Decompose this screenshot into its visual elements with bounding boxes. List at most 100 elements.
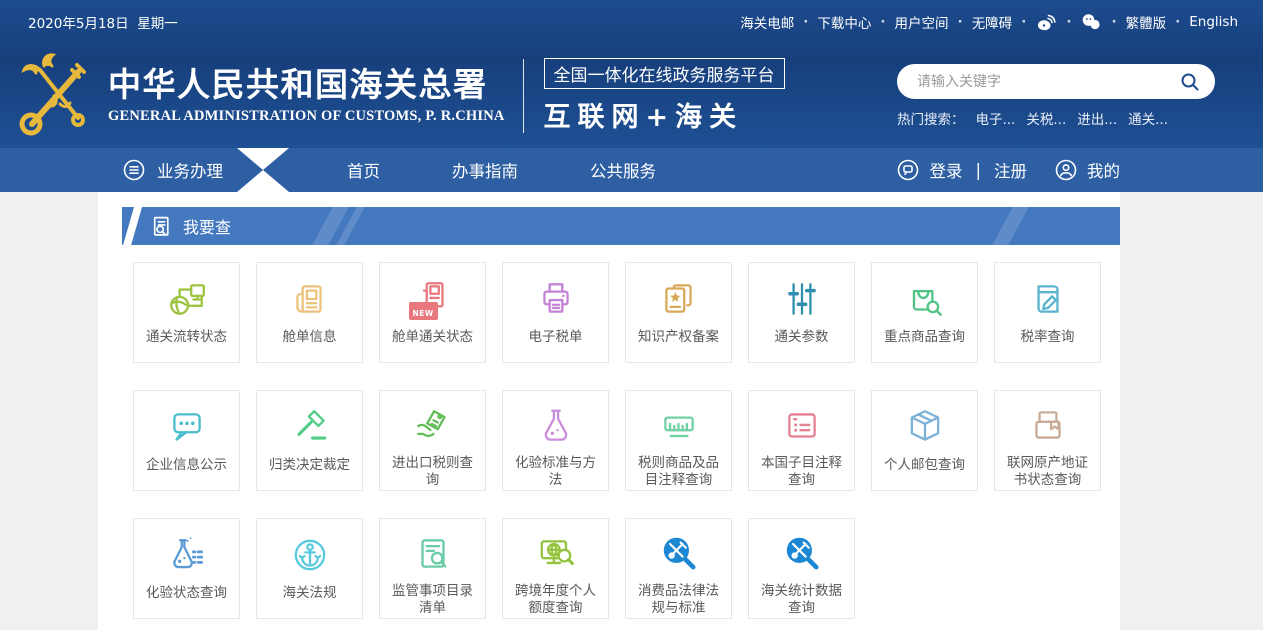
flask-list-icon (166, 532, 208, 578)
separator-dot: · (1021, 14, 1026, 30)
site-title: 中华人民共和国海关总署 (108, 67, 505, 103)
service-label: 重点商品查询 (884, 329, 965, 347)
user-icon (1054, 158, 1078, 182)
service-label: 归类决定裁定 (269, 457, 350, 475)
service-card-domestic-subheading-notes-query[interactable]: 本国子目注释查询 (748, 390, 855, 491)
login-link[interactable]: 登录 (929, 158, 962, 182)
service-label: 海关统计数据查询 (755, 583, 848, 618)
service-label: 联网原产地证书状态查询 (1001, 455, 1094, 490)
service-label: 消费品法律法规与标准 (632, 583, 725, 618)
service-card-tariff-commodity-notes-query[interactable]: 税则商品及品目注释查询 (625, 390, 732, 491)
nav-fold-decoration (237, 148, 289, 192)
service-card-cross-border-annual-quota-query[interactable]: 跨境年度个人额度查询 (502, 518, 609, 619)
service-card-key-commodity-query[interactable]: 重点商品查询 (871, 262, 978, 363)
separator-dot: · (1175, 14, 1180, 30)
bottom-strip (0, 630, 1263, 642)
hot-search-item[interactable]: 进出... (1077, 108, 1117, 128)
topbar: 2020年5月18日 星期一 海关电邮 · 下载中心 · 用户空间 · 无障碍 … (0, 0, 1263, 44)
hamburger-icon (122, 158, 146, 182)
new-badge: NEW (409, 302, 438, 320)
hot-search-item[interactable]: 关税... (1026, 108, 1066, 128)
service-label: 电子税单 (529, 329, 583, 347)
service-label: 进出口税则查询 (386, 455, 479, 490)
service-label: 舱单通关状态 (392, 329, 473, 347)
wechat-icon[interactable] (1080, 11, 1102, 33)
search-input[interactable] (915, 73, 1173, 91)
service-card-manifest-clearance-status[interactable]: NEW 舱单通关状态 (379, 262, 486, 363)
search-box (897, 64, 1215, 99)
site-subtitle: GENERAL ADMINISTRATION OF CUSTOMS, P. R.… (108, 108, 505, 125)
hot-search-item[interactable]: 通关... (1128, 108, 1168, 128)
service-label: 税率查询 (1021, 329, 1075, 347)
date-text: 2020年5月18日 星期一 (28, 12, 178, 32)
chat-dots-icon (166, 404, 208, 450)
service-card-supervision-catalog-list[interactable]: 监管事项目录清单 (379, 518, 486, 619)
nav-item-public-service[interactable]: 公共服务 (590, 158, 656, 182)
sliders-icon (781, 276, 823, 322)
document-new-icon: NEW (412, 276, 454, 322)
platform-name: 互联网+海关 (544, 95, 785, 134)
topbar-link-userspace[interactable]: 用户空间 (895, 12, 949, 32)
service-label: 化验标准与方法 (509, 455, 602, 490)
site-header: 中华人民共和国海关总署 GENERAL ADMINISTRATION OF CU… (0, 44, 1263, 148)
emblem-search-icon (658, 532, 700, 576)
hot-search-item[interactable]: 电子... (976, 108, 1016, 128)
nav-item-guide[interactable]: 办事指南 (452, 158, 518, 182)
service-card-personal-parcel-query[interactable]: 个人邮包查询 (871, 390, 978, 491)
certificate-star-icon (658, 276, 700, 322)
service-card-enterprise-info-publicity[interactable]: 企业信息公示 (133, 390, 240, 491)
service-card-lab-standards-methods[interactable]: 化验标准与方法 (502, 390, 609, 491)
printer-icon (535, 276, 577, 322)
separator-dot: · (1066, 14, 1071, 30)
masthead: 2020年5月18日 星期一 海关电邮 · 下载中心 · 用户空间 · 无障碍 … (0, 0, 1263, 148)
service-label: 海关法规 (283, 585, 337, 603)
gavel-icon (289, 404, 331, 450)
service-label: 通关参数 (775, 329, 829, 347)
service-label: 知识产权备案 (638, 329, 719, 347)
hand-tag-icon (412, 404, 454, 448)
topbar-link-accessibility[interactable]: 无障碍 (972, 12, 1013, 32)
certificate-box-icon (1027, 404, 1069, 448)
navbar: 业务办理 首页 办事指南 公共服务 登录 | 注册 我的 (0, 148, 1263, 192)
section-bar: 我要查 (122, 207, 1120, 245)
search-button[interactable] (1173, 69, 1207, 95)
service-card-origin-certificate-status-query[interactable]: 联网原产地证书状态查询 (994, 390, 1101, 491)
my-account-link[interactable]: 我的 (1087, 158, 1120, 182)
doc-search-icon (150, 215, 173, 238)
service-card-customs-regulations[interactable]: 海关法规 (256, 518, 363, 619)
globe-network-icon (166, 276, 208, 322)
service-card-ipr-recordation[interactable]: 知识产权备案 (625, 262, 732, 363)
service-card-manifest-info[interactable]: 舱单信息 (256, 262, 363, 363)
clipboard-search-icon (412, 532, 454, 576)
services-grid: 通关流转状态 舱单信息 (98, 245, 1120, 619)
nav-item-home[interactable]: 首页 (347, 158, 380, 182)
register-link[interactable]: 注册 (994, 158, 1027, 182)
service-card-import-export-tariff-query[interactable]: 进出口税则查询 (379, 390, 486, 491)
service-label: 个人邮包查询 (884, 457, 965, 475)
service-card-customs-statistics-query[interactable]: 海关统计数据查询 (748, 518, 855, 619)
service-card-tax-rate-query[interactable]: 税率查询 (994, 262, 1101, 363)
topbar-link-english[interactable]: English (1189, 14, 1238, 30)
service-card-lab-status-query[interactable]: 化验状态查询 (133, 518, 240, 619)
newspaper-icon (289, 276, 331, 322)
book-pencil-icon (1027, 276, 1069, 322)
service-card-electronic-tax-bill[interactable]: 电子税单 (502, 262, 609, 363)
weibo-icon[interactable] (1035, 11, 1057, 33)
separator-dot: · (880, 14, 885, 30)
service-card-classification-decisions[interactable]: 归类决定裁定 (256, 390, 363, 491)
hot-search-label: 热门搜索： (897, 108, 965, 128)
topbar-link-mail[interactable]: 海关电邮 (740, 12, 794, 32)
service-card-clearance-flow-status[interactable]: 通关流转状态 (133, 262, 240, 363)
service-label: 企业信息公示 (146, 457, 227, 475)
topbar-link-traditional[interactable]: 繁體版 (1126, 12, 1167, 32)
section-title: 我要查 (183, 214, 231, 238)
service-card-consumer-goods-laws-standards[interactable]: 消费品法律法规与标准 (625, 518, 732, 619)
service-label: 本国子目注释查询 (755, 455, 848, 490)
service-card-clearance-parameters[interactable]: 通关参数 (748, 262, 855, 363)
flask-icon (535, 404, 577, 448)
bag-search-icon (904, 276, 946, 322)
topbar-link-download[interactable]: 下载中心 (817, 12, 871, 32)
package-box-icon (904, 404, 946, 450)
monitor-search-icon (535, 532, 577, 576)
menu-button[interactable]: 业务办理 (122, 158, 223, 182)
